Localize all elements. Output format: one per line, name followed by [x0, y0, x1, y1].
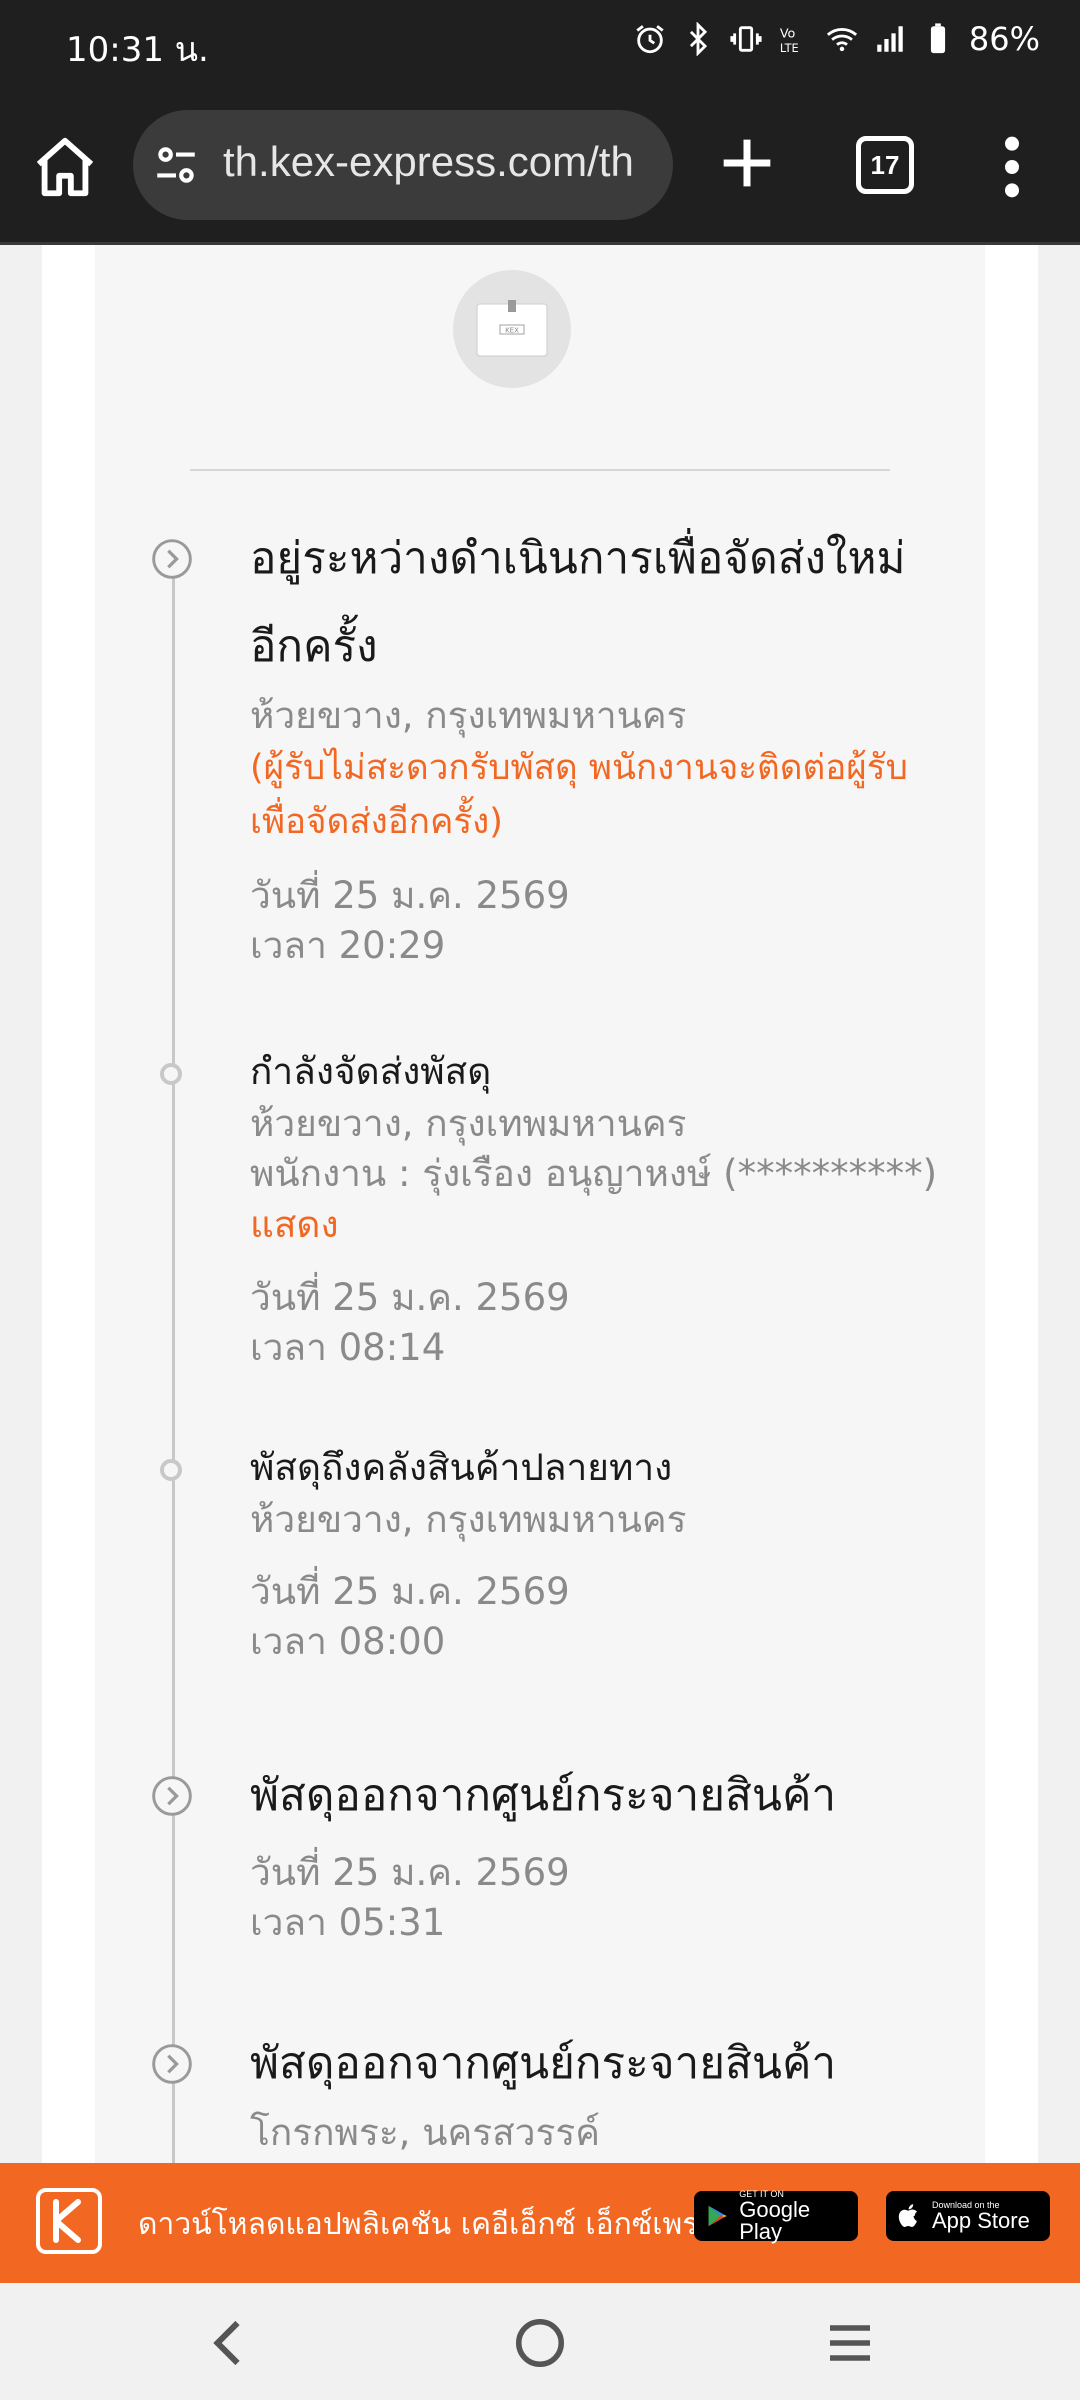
alarm-icon: [636, 25, 664, 54]
event-title: อยู่ระหว่างดำเนินการเพื่อจัดส่งใหม่อีกคร…: [250, 533, 906, 672]
recents-icon[interactable]: [820, 2313, 880, 2373]
chevron-circle-icon: [152, 1776, 192, 1816]
chevron-circle-icon: [152, 539, 192, 579]
battery-level: 86%: [968, 20, 1040, 58]
volte-icon: VoLTE: [780, 27, 799, 55]
vibrate-icon: [730, 26, 762, 52]
google-play-label: Google Play: [739, 2196, 811, 2244]
event-time: เวลา 08:00: [250, 1620, 446, 1663]
event-title: พัสดุออกจากศูนย์กระจายสินค้า: [250, 2038, 837, 2089]
package-icon: KEX: [476, 300, 548, 357]
page-content: KEX อยู่ระหว่างดำเนินการเพื่อจัดส่งใหม่อ…: [0, 245, 1080, 2163]
event-location: ห้วยขวาง, กรุงเทพมหานคร: [250, 694, 687, 737]
bluetooth-icon: [689, 22, 707, 56]
divider: [190, 469, 890, 471]
event-date: วันที่ 25 ม.ค. 2569: [250, 1276, 570, 1319]
url-text[interactable]: th.kex-express.com/th: [223, 138, 634, 186]
event-location: ห้วยขวาง, กรุงเทพมหานคร: [250, 1498, 687, 1541]
timeline-line: [172, 575, 175, 2163]
event-date: วันที่ 25 ม.ค. 2569: [250, 1570, 570, 1613]
tab-switcher-button[interactable]: 17: [856, 136, 914, 194]
dot-icon: [160, 1063, 182, 1085]
back-icon[interactable]: [200, 2313, 260, 2373]
event-staff: พนักงาน : รุ่งเรือง อนุญาหงษ์ (*********…: [250, 1152, 938, 1195]
event-date: วันที่ 25 ม.ค. 2569: [250, 874, 570, 917]
signal-icon: [877, 26, 903, 52]
event-date: วันที่ 25 ม.ค. 2569: [250, 1851, 570, 1894]
browser-toolbar: th.kex-express.com/th 17: [0, 92, 1080, 245]
kex-k-icon: [53, 2199, 81, 2243]
google-play-icon: [708, 2205, 727, 2227]
event-time: เวลา 20:29: [250, 924, 446, 967]
more-menu-icon[interactable]: [990, 132, 1034, 202]
app-store-button[interactable]: Download on the App Store: [886, 2191, 1050, 2241]
site-settings-icon[interactable]: [151, 140, 201, 190]
app-download-banner[interactable]: ดาวน์โหลดแอปพลิเคชัน เคอีเอ็กซ์ เอ็กซ์เพ…: [0, 2163, 1080, 2283]
event-title: กำลังจัดส่งพัสดุ: [250, 1050, 492, 1093]
event-note: (ผู้รับไม่สะดวกรับพัสดุ พนักงานจะติดต่อผ…: [250, 748, 908, 842]
event-location: โกรกพระ, นครสวรรค์: [250, 2111, 600, 2154]
dot-icon: [160, 1459, 182, 1481]
home-icon[interactable]: [510, 2313, 570, 2373]
show-staff-link[interactable]: แสดง: [250, 1199, 950, 1251]
svg-text:Vo: Vo: [780, 27, 796, 42]
svg-text:LTE: LTE: [780, 41, 799, 55]
event-time: เวลา 08:14: [250, 1326, 446, 1369]
apple-icon: [898, 2204, 917, 2227]
package-logo-text: KEX: [505, 327, 519, 335]
google-play-button[interactable]: GET IT ON Google Play: [694, 2189, 858, 2244]
banner-text: ดาวน์โหลดแอปพลิเคชัน เคอีเอ็กซ์ เอ็กซ์เพ…: [138, 2207, 717, 2242]
kex-logo: [36, 2188, 102, 2254]
event-time: เวลา 05:31: [250, 1901, 446, 1944]
event-location: ห้วยขวาง, กรุงเทพมหานคร: [250, 1102, 687, 1145]
event-title: พัสดุออกจากศูนย์กระจายสินค้า: [250, 1770, 837, 1821]
address-bar[interactable]: th.kex-express.com/th: [133, 110, 673, 220]
status-icons: Vo LTE 86%: [633, 20, 1040, 58]
wifi-icon: [826, 28, 857, 52]
app-store-label: App Store: [932, 2207, 1030, 2233]
status-bar: 10:31 น. Vo LTE 86%: [0, 0, 1080, 92]
chevron-circle-icon: [152, 2044, 192, 2084]
package-avatar: KEX: [453, 270, 571, 388]
battery-icon: [930, 23, 945, 54]
new-tab-icon[interactable]: [712, 128, 782, 198]
home-icon[interactable]: [30, 132, 100, 202]
event-title: พัสดุถึงคลังสินค้าปลายทาง: [250, 1446, 673, 1489]
system-nav-bar: [0, 2283, 1080, 2400]
status-time: 10:31 น.: [66, 30, 209, 70]
